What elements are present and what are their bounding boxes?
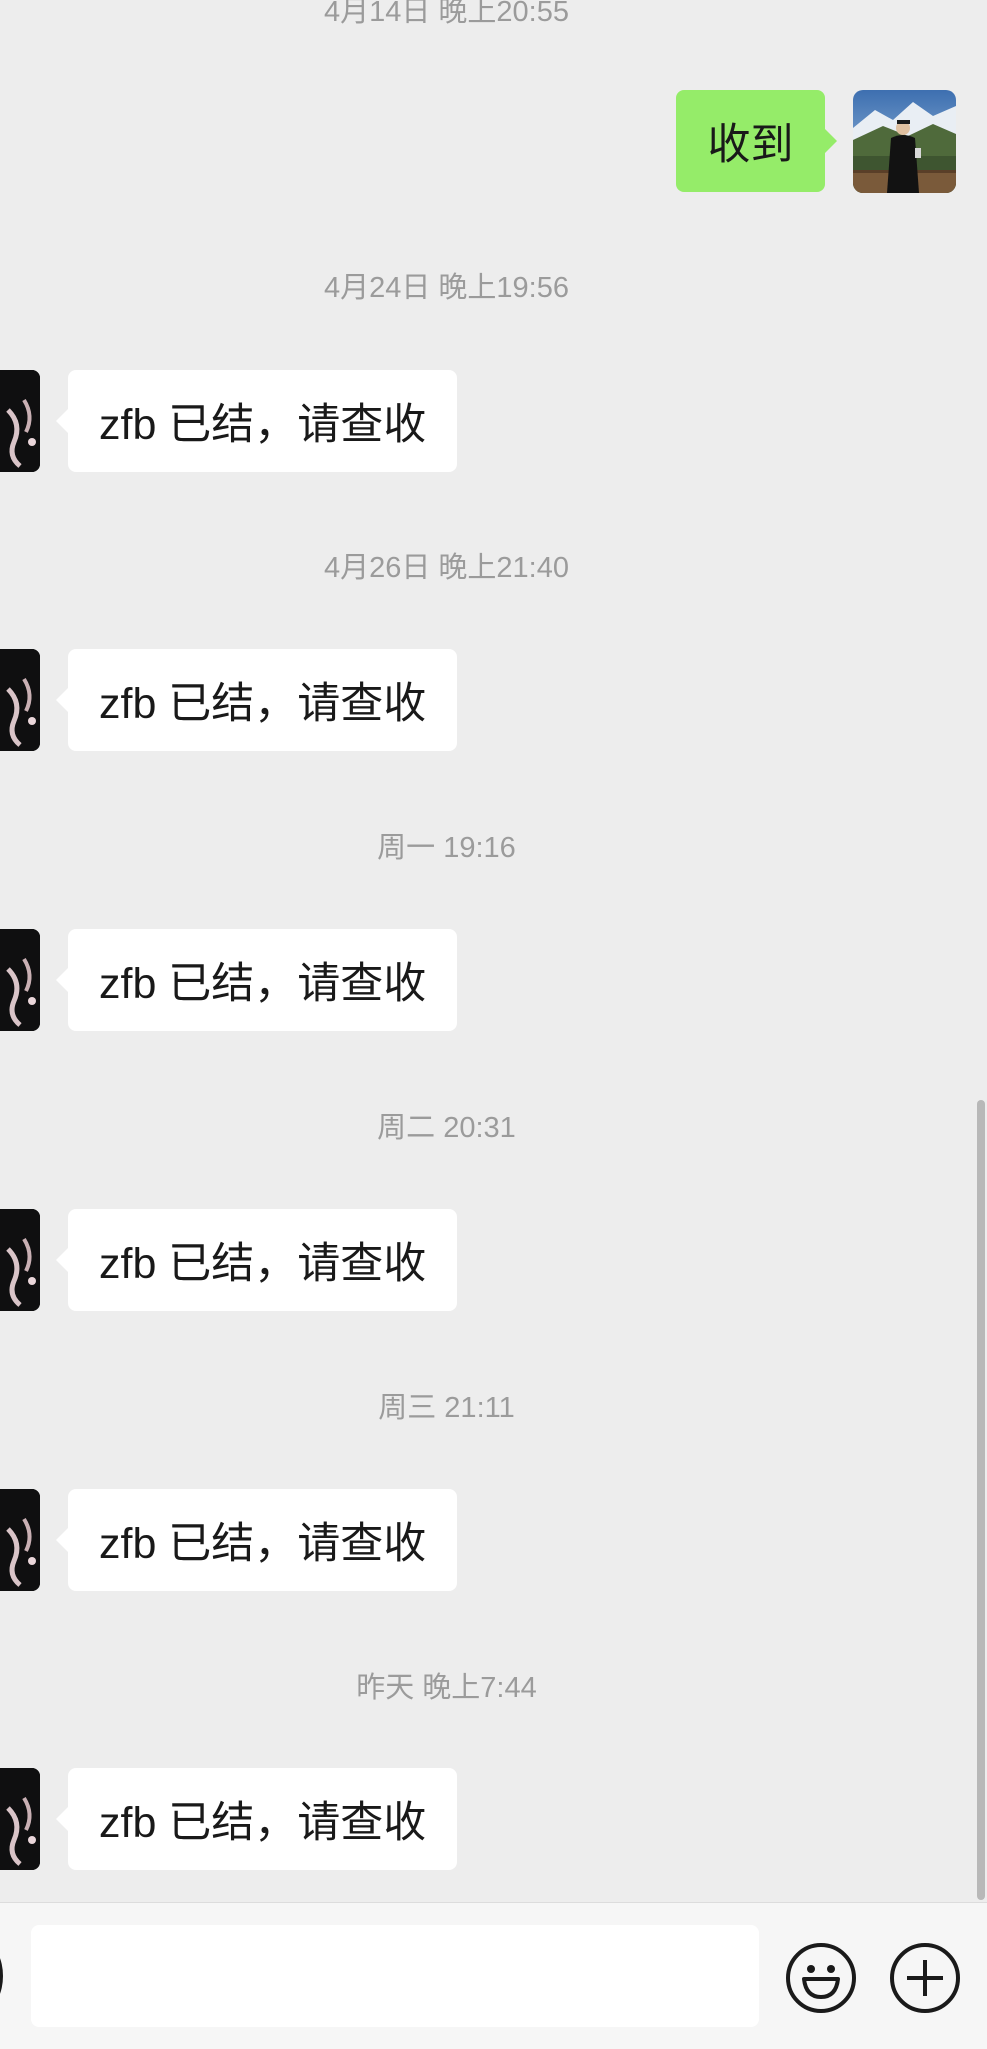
contact-avatar[interactable] <box>0 1768 40 1870</box>
timestamp: 周一 19:16 <box>377 832 516 864</box>
avatar-image <box>0 649 40 751</box>
received-message-bubble[interactable]: zfb 已结，请查收 <box>55 1768 458 1870</box>
timestamp: 周二 20:31 <box>377 1112 516 1144</box>
contact-avatar[interactable] <box>0 370 40 472</box>
chat-message-list[interactable]: 4月14日 晚上20:55 收到 4月24日 晚上19:56 zfb 已结，请查… <box>0 0 987 1902</box>
voice-icon[interactable] <box>0 1945 3 2007</box>
avatar-image <box>0 1768 40 1870</box>
plus-icon[interactable] <box>890 1943 960 2013</box>
avatar-image <box>0 929 40 1031</box>
sent-message-bubble[interactable]: 收到 <box>676 90 837 192</box>
contact-avatar[interactable] <box>0 1209 40 1311</box>
contact-avatar[interactable] <box>0 929 40 1031</box>
contact-avatar[interactable] <box>0 649 40 751</box>
emoji-icon[interactable] <box>786 1943 856 2013</box>
received-message-bubble[interactable]: zfb 已结，请查收 <box>55 649 458 751</box>
received-message-bubble[interactable]: zfb 已结，请查收 <box>55 1209 458 1311</box>
received-message-bubble[interactable]: zfb 已结，请查收 <box>55 929 458 1031</box>
message-text-input[interactable] <box>31 1925 759 2027</box>
avatar-image <box>0 370 40 472</box>
scrollbar[interactable] <box>977 1100 985 1900</box>
contact-avatar[interactable] <box>0 1489 40 1591</box>
message-input-bar <box>0 1902 987 2049</box>
timestamp: 4月26日 晚上21:40 <box>323 552 569 584</box>
timestamp: 4月24日 晚上19:56 <box>323 272 569 304</box>
avatar-image <box>853 90 956 193</box>
received-message-bubble[interactable]: zfb 已结，请查收 <box>55 1489 458 1591</box>
avatar-image <box>0 1209 40 1311</box>
my-avatar[interactable] <box>853 90 956 193</box>
received-message-bubble[interactable]: zfb 已结，请查收 <box>55 370 458 472</box>
avatar-image <box>0 1489 40 1591</box>
timestamp: 周三 21:11 <box>378 1392 515 1424</box>
timestamp: 昨天 晚上7:44 <box>356 1672 537 1704</box>
timestamp: 4月14日 晚上20:55 <box>323 0 569 28</box>
emoji-face-glyph <box>802 1965 840 1999</box>
plus-glyph <box>907 1960 943 1996</box>
